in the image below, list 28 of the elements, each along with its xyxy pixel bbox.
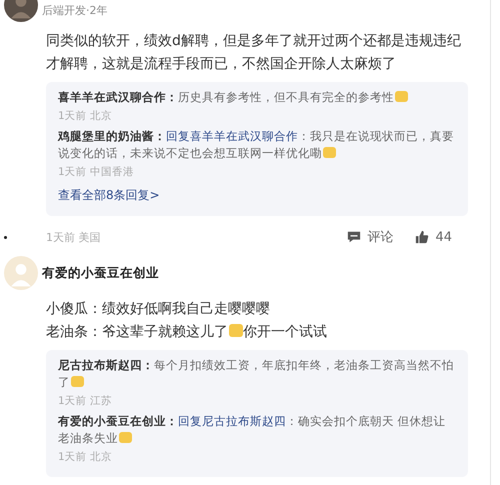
- emoji-icon: [71, 376, 84, 387]
- comment-icon: [347, 230, 362, 244]
- reply-meta: 1天前 中国香港: [58, 165, 136, 179]
- reply-to-link[interactable]: 回复尼古拉布斯赵四: [178, 414, 286, 428]
- view-all-replies-link[interactable]: 查看全部8条回复>: [58, 187, 160, 204]
- comment-text: 同类似的软开，绩效d解聘，但是多年了就开过两个还都是违规违纪才解聘，这就是流程手段而已，不然国企开除人太麻烦了: [46, 33, 461, 72]
- reply-meta: 1天前 江苏: [58, 394, 114, 408]
- reply-text: 有爱的小蚕豆在创业：回复尼古拉布斯赵四：确实会扣个底朝天 但休想让老油条失业: [58, 413, 447, 447]
- reply-text: 鸡腿堡里的奶油酱：回复喜羊羊在武汉聊合作：我只是在说现状而已，真要说变化的话，未来说不定也会想互联网一样优化嘞: [58, 128, 455, 162]
- comment-button[interactable]: 评论: [347, 228, 394, 246]
- like-button[interactable]: 44: [415, 230, 452, 244]
- reply-to-link[interactable]: 回复喜羊羊在武汉聊合作: [166, 129, 298, 143]
- thumbs-up-icon: [415, 230, 430, 244]
- comment-text: 小傻瓜：绩效好低啊我自己走嘤嘤嘤: [46, 301, 270, 317]
- user-title: 后端开发·2年: [42, 3, 108, 18]
- reply-meta: 1天前 北京: [58, 109, 114, 123]
- reply-meta: 1天前 北京: [58, 450, 114, 464]
- user-name[interactable]: 有爱的小蚕豆在创业: [42, 264, 159, 282]
- reply-text: 尼古拉布斯赵四：每个月扣绩效工资，年底扣年终，老油条工资高当然不怕了: [58, 357, 455, 391]
- bullet-icon: [4, 236, 7, 239]
- comment-text: 你开一个试试: [243, 324, 327, 340]
- comment-text: 老油条：爷这辈子就赖这儿了: [46, 324, 228, 340]
- emoji-icon: [229, 324, 243, 337]
- emoji-icon: [119, 432, 132, 443]
- reply-text: 喜羊羊在武汉聊合作：历史具有参考性，但不具有完全的参考性: [58, 89, 456, 106]
- emoji-icon: [395, 91, 408, 102]
- comment-meta: 1天前 美国: [46, 230, 100, 244]
- emoji-icon: [323, 147, 336, 158]
